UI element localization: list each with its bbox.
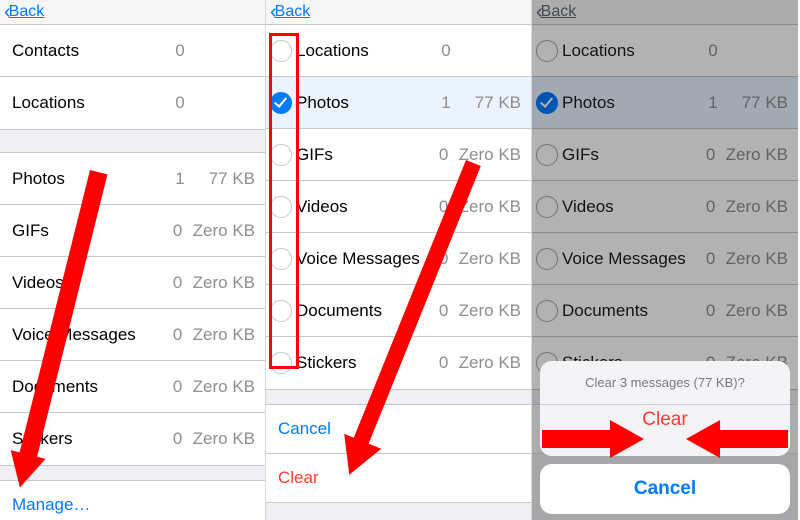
row-size: Zero KB — [193, 273, 265, 293]
row-label: Voice Messages — [296, 249, 429, 269]
list-row[interactable]: GIFs0Zero KB — [0, 205, 265, 257]
select-toggle[interactable] — [266, 144, 296, 166]
row-size: Zero KB — [459, 301, 531, 321]
row-count: 1 — [431, 93, 461, 113]
row-size: Zero KB — [459, 145, 531, 165]
list-row[interactable]: Documents0Zero KB — [266, 285, 531, 337]
list-row[interactable]: Locations0 — [266, 25, 531, 77]
row-count: 0 — [431, 41, 461, 61]
row-count: 0 — [429, 249, 459, 269]
select-toggle[interactable] — [266, 300, 296, 322]
back-button[interactable]: Back — [275, 3, 311, 21]
action-sheet: Clear 3 messages (77 KB)? Clear Cancel — [540, 361, 790, 514]
circle-icon — [270, 40, 292, 62]
row-label: Videos — [296, 197, 429, 217]
list-row[interactable]: Voice Messages0Zero KB — [0, 309, 265, 361]
checkmark-circle-icon — [270, 92, 292, 114]
row-label: Locations — [296, 41, 431, 61]
select-toggle[interactable] — [266, 196, 296, 218]
row-size: Zero KB — [193, 377, 265, 397]
list-row[interactable]: GIFs0Zero KB — [266, 129, 531, 181]
circle-icon — [270, 248, 292, 270]
select-toggle[interactable] — [266, 92, 296, 114]
circle-icon — [270, 144, 292, 166]
footer-actions: Cancel Clear — [266, 404, 531, 503]
row-count: 0 — [163, 273, 193, 293]
list-row[interactable]: Stickers0Zero KB — [266, 337, 531, 389]
row-label: Voice Messages — [12, 325, 163, 345]
row-label: Stickers — [12, 429, 163, 449]
manage-button[interactable]: Manage… — [0, 481, 265, 520]
row-label: Photos — [12, 169, 165, 189]
panel-1-storage-overview: ‹ Back Contacts0Locations0 Photos177 KBG… — [0, 0, 266, 520]
action-sheet-clear-button[interactable]: Clear — [540, 404, 790, 456]
list-row[interactable]: Contacts0 — [0, 25, 265, 77]
media-list: Photos177 KBGIFs0Zero KBVideos0Zero KBVo… — [0, 152, 265, 466]
nav-bar: ‹ Back — [266, 0, 531, 24]
section-gap — [0, 130, 265, 152]
list-row[interactable]: Documents0Zero KB — [0, 361, 265, 413]
cancel-button[interactable]: Cancel — [266, 405, 531, 453]
row-size: Zero KB — [459, 249, 531, 269]
circle-icon — [270, 352, 292, 374]
row-count: 0 — [429, 353, 459, 373]
row-label: Videos — [12, 273, 163, 293]
circle-icon — [270, 196, 292, 218]
row-label: Documents — [12, 377, 163, 397]
row-count: 0 — [429, 301, 459, 321]
info-list: Contacts0Locations0 — [0, 24, 265, 130]
row-size: Zero KB — [193, 221, 265, 241]
list-row[interactable]: Videos0Zero KB — [0, 257, 265, 309]
row-label: GIFs — [296, 145, 429, 165]
selectable-media-list: Locations0Photos177 KBGIFs0Zero KBVideos… — [266, 24, 531, 390]
row-size: Zero KB — [459, 353, 531, 373]
panel-3-confirm-sheet: ‹ Back Locations0Photos177 KBGIFs0Zero K… — [532, 0, 798, 520]
row-size: Zero KB — [193, 429, 265, 449]
list-row[interactable]: Locations0 — [0, 77, 265, 129]
select-toggle[interactable] — [266, 352, 296, 374]
row-count: 0 — [165, 41, 195, 61]
row-label: Photos — [296, 93, 431, 113]
select-toggle[interactable] — [266, 40, 296, 62]
list-row[interactable]: Voice Messages0Zero KB — [266, 233, 531, 285]
row-count: 0 — [429, 197, 459, 217]
row-label: Locations — [12, 93, 165, 113]
row-label: Contacts — [12, 41, 165, 61]
select-toggle[interactable] — [266, 248, 296, 270]
list-row[interactable]: Stickers0Zero KB — [0, 413, 265, 465]
row-size: Zero KB — [193, 325, 265, 345]
list-row[interactable]: Videos0Zero KB — [266, 181, 531, 233]
action-sheet-message: Clear 3 messages (77 KB)? — [540, 361, 790, 404]
back-button[interactable]: Back — [9, 3, 45, 21]
nav-bar: ‹ Back — [0, 0, 265, 24]
row-label: Documents — [296, 301, 429, 321]
action-sheet-cancel-button[interactable]: Cancel — [540, 464, 790, 514]
row-size: 77 KB — [195, 169, 265, 189]
row-count: 0 — [163, 221, 193, 241]
row-count: 0 — [163, 377, 193, 397]
row-count: 0 — [165, 93, 195, 113]
row-label: Stickers — [296, 353, 429, 373]
panel-2-manage-selection: ‹ Back Locations0Photos177 KBGIFs0Zero K… — [266, 0, 532, 520]
clear-button[interactable]: Clear — [266, 454, 531, 502]
footer-actions: Manage… — [0, 480, 265, 520]
row-count: 1 — [165, 169, 195, 189]
row-count: 0 — [429, 145, 459, 165]
row-size: 77 KB — [461, 93, 531, 113]
row-size: Zero KB — [459, 197, 531, 217]
row-count: 0 — [163, 429, 193, 449]
row-count: 0 — [163, 325, 193, 345]
list-row[interactable]: Photos177 KB — [266, 77, 531, 129]
action-sheet-card: Clear 3 messages (77 KB)? Clear — [540, 361, 790, 456]
circle-icon — [270, 300, 292, 322]
row-label: GIFs — [12, 221, 163, 241]
list-row[interactable]: Photos177 KB — [0, 153, 265, 205]
